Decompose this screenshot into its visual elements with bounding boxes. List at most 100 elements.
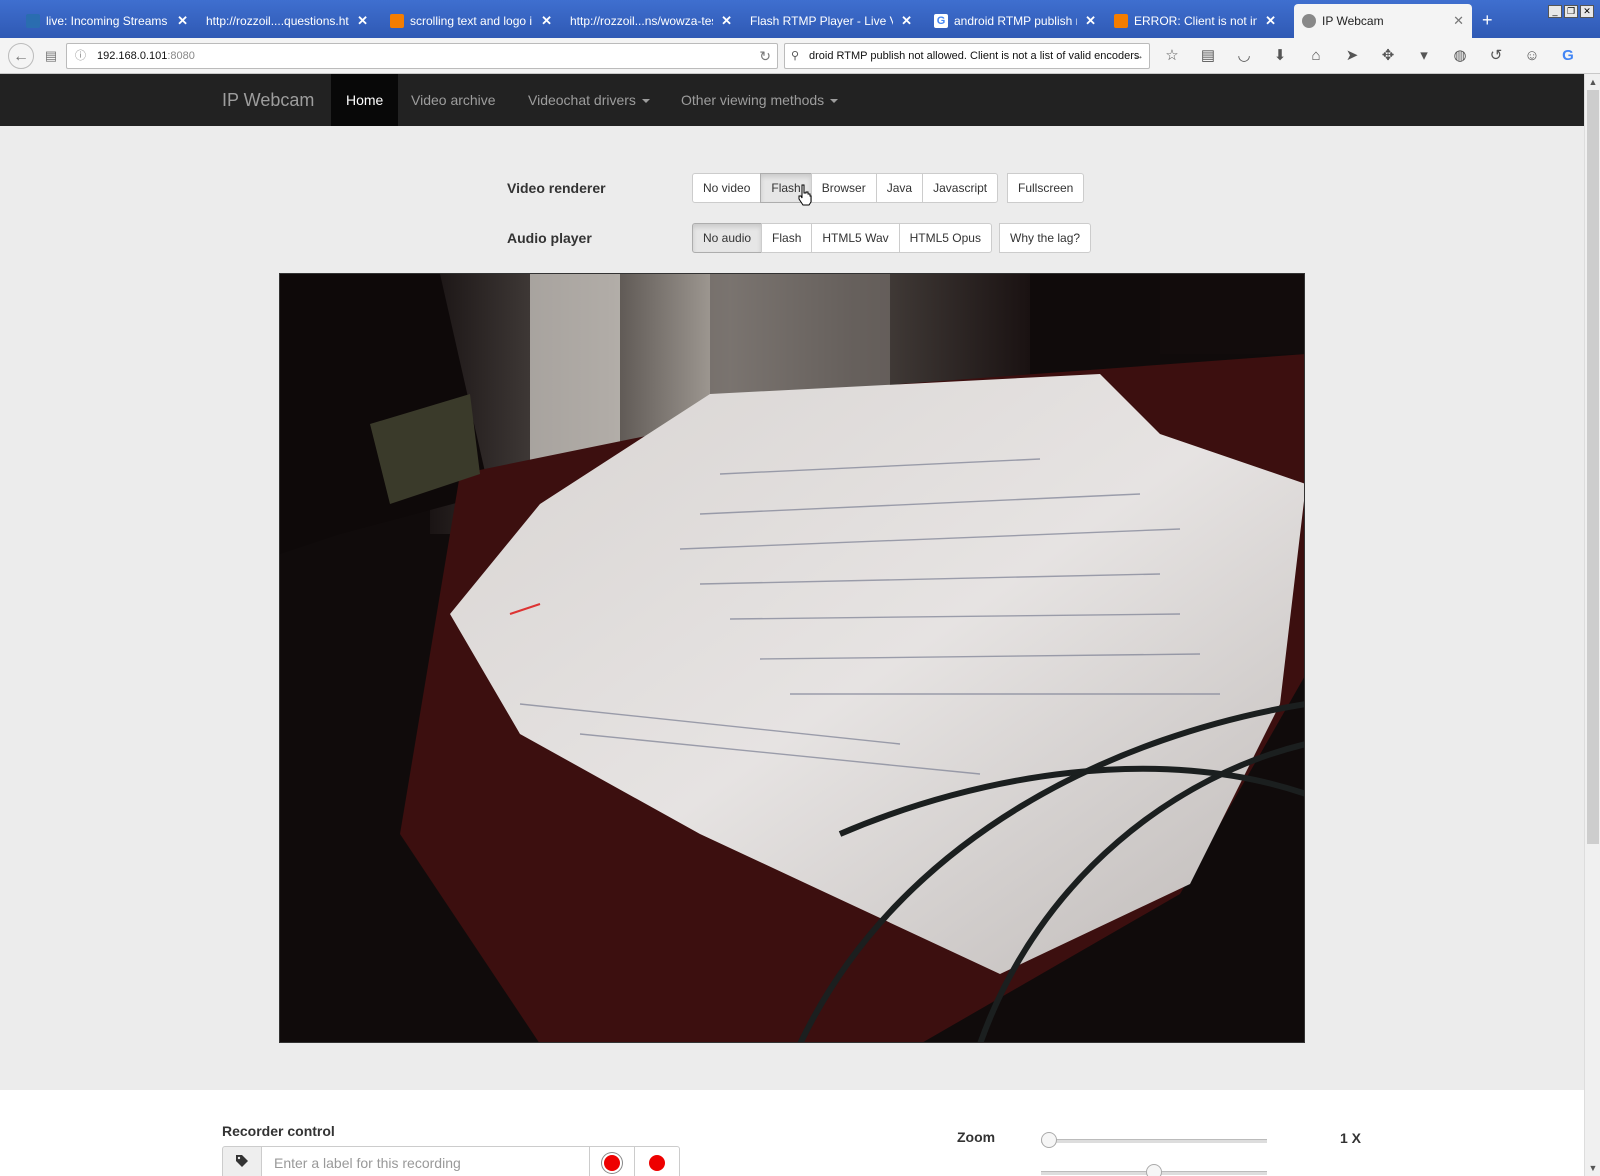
nav-label: Other viewing methods bbox=[681, 92, 825, 108]
new-tab-icon[interactable]: + bbox=[1482, 10, 1493, 31]
url-host: 192.168.0.101 bbox=[97, 50, 168, 62]
sync-icon[interactable]: ↺ bbox=[1484, 44, 1508, 68]
audio-html5-wav-button[interactable]: HTML5 Wav bbox=[811, 223, 900, 253]
back-arrow-icon[interactable]: ← bbox=[8, 43, 34, 69]
minimize-icon[interactable]: _ bbox=[1548, 5, 1562, 18]
video-javascript-button[interactable]: Javascript bbox=[922, 173, 999, 203]
menu-icon[interactable]: ≡ bbox=[1592, 44, 1600, 68]
scroll-down-icon[interactable]: ▼ bbox=[1585, 1160, 1600, 1176]
close-icon[interactable]: ✕ bbox=[1265, 13, 1276, 29]
nav-video-archive[interactable]: Video archive bbox=[396, 74, 511, 126]
close-icon[interactable]: ✕ bbox=[901, 13, 912, 29]
recording-label-input[interactable] bbox=[262, 1146, 590, 1176]
close-icon[interactable]: ✕ bbox=[1453, 13, 1464, 29]
video-stream[interactable] bbox=[279, 273, 1305, 1043]
search-bar[interactable]: ⚲ droid RTMP publish not allowed. Client… bbox=[784, 43, 1150, 69]
caret-down-icon bbox=[830, 99, 839, 104]
video-renderer-group: No video Flash Browser Java Javascript bbox=[692, 173, 999, 203]
dropdown-icon[interactable]: ▾ bbox=[1412, 44, 1436, 68]
fullscreen-button[interactable]: Fullscreen bbox=[1007, 173, 1085, 203]
blogger-icon bbox=[390, 14, 404, 28]
close-icon[interactable]: ✕ bbox=[177, 13, 188, 29]
audio-html5-opus-button[interactable]: HTML5 Opus bbox=[898, 223, 992, 253]
tab-title: Flash RTMP Player - Live Vid... bbox=[750, 14, 893, 28]
vpn-icon[interactable]: ◍ bbox=[1448, 44, 1472, 68]
translate-icon[interactable]: G bbox=[1556, 44, 1580, 68]
tab-title: ERROR: Client is not in l... bbox=[1134, 14, 1258, 28]
extension-icon[interactable]: ✥ bbox=[1376, 44, 1400, 68]
audio-player-group: No audio Flash HTML5 Wav HTML5 Opus bbox=[692, 223, 992, 253]
tab-android-rtmp[interactable]: G android RTMP publish n... ✕ bbox=[926, 6, 1104, 36]
site-info-icon[interactable]: ⓘ bbox=[75, 44, 86, 68]
nav-other-viewing-methods[interactable]: Other viewing methods bbox=[666, 74, 853, 126]
reload-icon[interactable]: ↻ bbox=[759, 44, 771, 68]
tab-title: http://rozzoil....questions.html bbox=[206, 14, 350, 28]
close-icon[interactable]: ✕ bbox=[541, 13, 552, 29]
tab-ip-webcam[interactable]: IP Webcam ✕ bbox=[1294, 4, 1472, 38]
tab-title: android RTMP publish n... bbox=[954, 14, 1077, 28]
nav-home[interactable]: Home bbox=[331, 74, 399, 126]
recorder-input-group bbox=[222, 1146, 680, 1176]
scroll-up-icon[interactable]: ▲ bbox=[1585, 74, 1600, 90]
page-scrollbar[interactable]: ▲ ▼ bbox=[1584, 74, 1600, 1176]
why-the-lag-button[interactable]: Why the lag? bbox=[999, 223, 1092, 253]
record-button[interactable] bbox=[635, 1146, 680, 1176]
close-window-icon[interactable]: ✕ bbox=[1580, 5, 1594, 18]
audio-player-label: Audio player bbox=[507, 230, 592, 246]
download-icon[interactable]: ⬇ bbox=[1268, 44, 1292, 68]
google-icon: G bbox=[934, 14, 948, 28]
record-video-button[interactable] bbox=[590, 1146, 635, 1176]
tab-title: live: Incoming Streams |... bbox=[46, 14, 169, 28]
search-icon: ⚲ bbox=[791, 50, 800, 62]
search-go-icon[interactable]: → bbox=[1133, 44, 1144, 68]
site-navbar: IP Webcam Home Video archive Videochat d… bbox=[0, 74, 1584, 126]
tab-title: http://rozzoil...ns/wowza-test/ bbox=[570, 14, 714, 28]
video-browser-button[interactable]: Browser bbox=[810, 173, 877, 203]
quality-slider[interactable] bbox=[1041, 1164, 1267, 1176]
tab-scrolling-text[interactable]: scrolling text and logo i... ✕ bbox=[382, 6, 560, 36]
bookmark-star-icon[interactable]: ☆ bbox=[1160, 44, 1184, 68]
audio-flash-button[interactable]: Flash bbox=[761, 223, 813, 253]
reading-list-icon[interactable]: ▤ bbox=[1196, 44, 1220, 68]
webcam-frame-image bbox=[280, 274, 1304, 1042]
tag-icon bbox=[222, 1146, 262, 1176]
restore-icon[interactable]: ❐ bbox=[1564, 5, 1578, 18]
sidebar-toggle-icon[interactable]: ▤ bbox=[38, 43, 64, 69]
audio-no-audio-button[interactable]: No audio bbox=[692, 223, 763, 253]
scrollbar-thumb[interactable] bbox=[1587, 90, 1599, 844]
tab-live-incoming-streams[interactable]: live: Incoming Streams |... ✕ bbox=[18, 6, 196, 36]
tab-error-client[interactable]: ERROR: Client is not in l... ✕ bbox=[1106, 6, 1284, 36]
close-icon[interactable]: ✕ bbox=[357, 13, 368, 29]
caret-down-icon bbox=[641, 99, 650, 104]
globe-icon bbox=[1302, 14, 1316, 28]
send-icon[interactable]: ➤ bbox=[1340, 44, 1364, 68]
nav-videochat-drivers[interactable]: Videochat drivers bbox=[513, 74, 665, 126]
search-text: droid RTMP publish not allowed. Client i… bbox=[809, 50, 1140, 62]
close-icon[interactable]: ✕ bbox=[1085, 13, 1096, 29]
video-java-button[interactable]: Java bbox=[875, 173, 924, 203]
tab-title: scrolling text and logo i... bbox=[410, 14, 534, 28]
quality-slider-handle[interactable] bbox=[1146, 1164, 1162, 1176]
video-no-video-button[interactable]: No video bbox=[692, 173, 762, 203]
tab-rozzoil-questions[interactable]: http://rozzoil....questions.html ✕ bbox=[198, 6, 376, 36]
url-bar[interactable]: ⓘ 192.168.0.101:8080 ↻ bbox=[66, 43, 778, 69]
zoom-slider-handle[interactable] bbox=[1041, 1132, 1057, 1148]
fullscreen-group: Fullscreen bbox=[1007, 173, 1085, 203]
recorder-control-title: Recorder control bbox=[222, 1123, 335, 1139]
tab-wowza-test[interactable]: http://rozzoil...ns/wowza-test/ ✕ bbox=[562, 6, 740, 36]
chat-icon[interactable]: ☺ bbox=[1520, 44, 1544, 68]
site-brand[interactable]: IP Webcam bbox=[222, 74, 314, 126]
close-icon[interactable]: ✕ bbox=[721, 13, 732, 29]
home-icon[interactable]: ⌂ bbox=[1304, 44, 1328, 68]
zoom-label: Zoom bbox=[957, 1129, 996, 1145]
tab-flash-rtmp-player[interactable]: Flash RTMP Player - Live Vid... ✕ bbox=[742, 6, 920, 36]
browser-tab-strip: live: Incoming Streams |... ✕ http://roz… bbox=[0, 0, 1600, 38]
pocket-icon[interactable]: ◡ bbox=[1232, 44, 1256, 68]
wowza-icon bbox=[26, 14, 40, 28]
zoom-value: 1 X bbox=[1340, 1130, 1362, 1146]
hand-cursor-icon bbox=[798, 184, 812, 206]
tab-title: IP Webcam bbox=[1322, 14, 1384, 28]
toolbar-icons: ☆ ▤ ◡ ⬇ ⌂ ➤ ✥ ▾ ◍ ↺ ☺ G ≡ bbox=[1160, 44, 1600, 68]
zoom-slider[interactable] bbox=[1041, 1132, 1267, 1148]
lag-help-group: Why the lag? bbox=[999, 223, 1092, 253]
